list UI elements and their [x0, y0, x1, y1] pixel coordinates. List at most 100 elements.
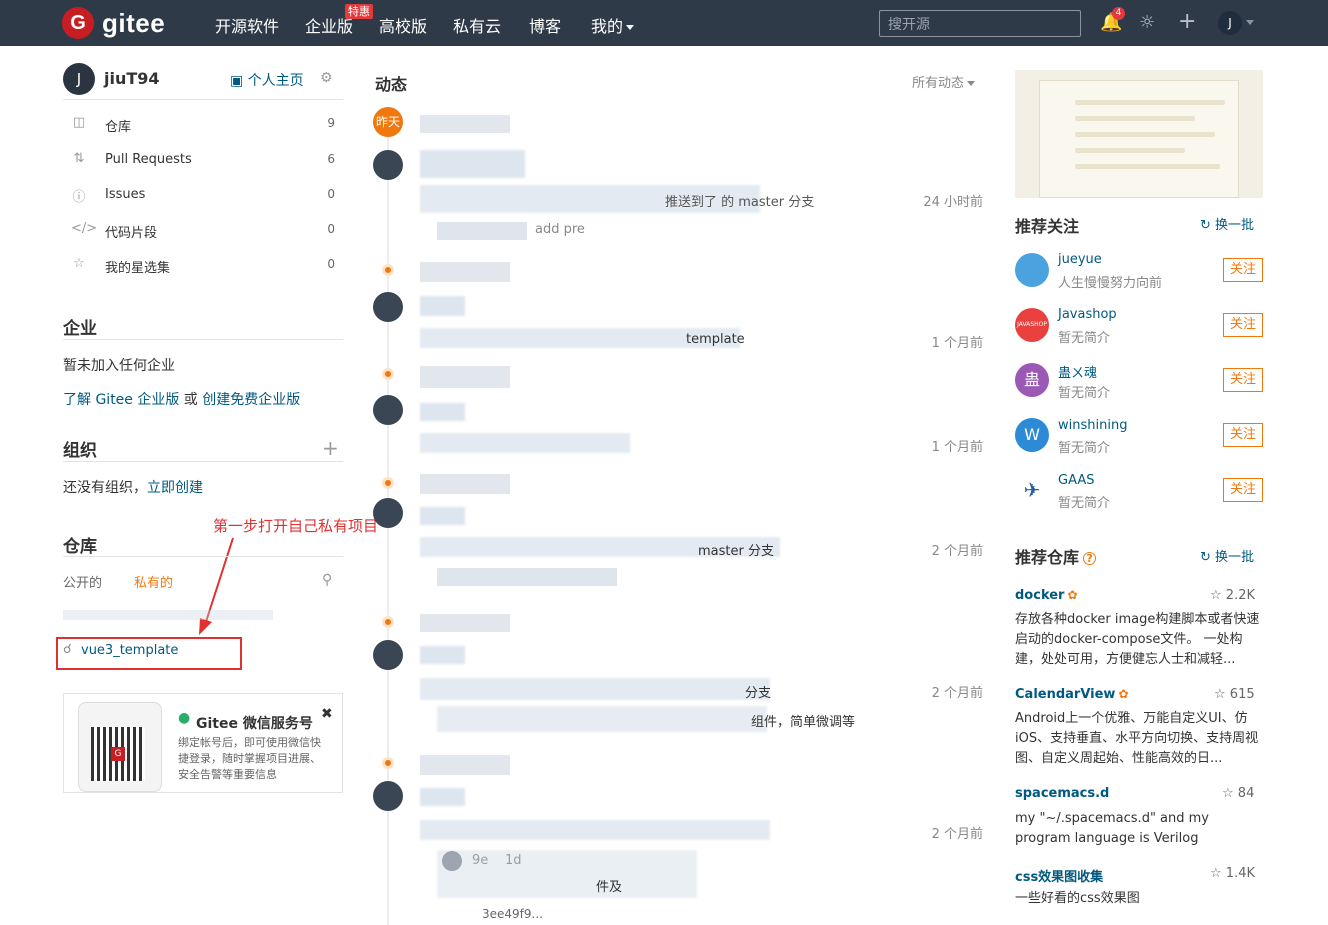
organization-empty-text: 还没有组织，: [63, 480, 147, 496]
repo-link[interactable]: spacemacs.d: [1015, 786, 1109, 801]
user-name[interactable]: jueyue: [1058, 252, 1102, 267]
user-avatar-menu[interactable]: J: [1218, 11, 1242, 35]
timeline-dot: [382, 757, 394, 769]
home-link[interactable]: ▣ 个人主页: [230, 70, 304, 90]
repo-stars: ☆ 2.2K: [1210, 588, 1255, 603]
follow-button[interactable]: 关注: [1223, 313, 1263, 337]
banner-row: [1075, 100, 1225, 105]
logo-icon: G: [62, 7, 94, 39]
lightbulb-icon[interactable]: ☼: [1139, 12, 1155, 33]
avatar[interactable]: J: [63, 63, 95, 95]
nav-mine[interactable]: 我的: [591, 13, 635, 37]
nav-private-cloud[interactable]: 私有云: [453, 13, 501, 37]
profile-icon: ▣: [230, 73, 248, 89]
timeline-dot: [382, 616, 394, 628]
repo-link[interactable]: CalendarView ✿: [1015, 687, 1129, 702]
follow-button[interactable]: 关注: [1223, 478, 1263, 502]
user-name[interactable]: GAAS: [1058, 473, 1094, 488]
tab-private[interactable]: 私有的: [134, 572, 173, 591]
feed-time: 1 个月前: [931, 336, 983, 351]
refresh-icon: ↻: [1200, 550, 1216, 565]
blurred-text: [420, 433, 630, 453]
gear-icon[interactable]: ⚙: [320, 70, 333, 86]
refresh-label: 换一批: [1215, 550, 1255, 565]
menu-item-pull-requests[interactable]: ⇅ Pull Requests 6: [63, 149, 343, 173]
refresh-repos-button[interactable]: ↻ 换一批: [1200, 546, 1254, 565]
search-input[interactable]: 搜开源: [879, 10, 1081, 37]
pull-request-icon: ⇅: [73, 151, 85, 166]
divider: [63, 339, 343, 340]
annotation-arrow: [199, 537, 234, 635]
blurred-user: [420, 296, 465, 316]
chevron-down-icon: [1246, 20, 1254, 25]
follow-button[interactable]: 关注: [1223, 258, 1263, 282]
repo-stars: ☆ 84: [1222, 786, 1254, 801]
avatar[interactable]: [1015, 253, 1049, 287]
feed-filter-dropdown[interactable]: 所有动态: [912, 72, 976, 91]
repo-name: CalendarView: [1015, 687, 1116, 702]
create-enterprise-link[interactable]: 创建免费企业版: [202, 392, 300, 408]
hot-badge: 特惠: [345, 4, 373, 19]
blurred-text: [63, 610, 273, 620]
user-name[interactable]: 蛊ㄨ魂: [1058, 362, 1097, 381]
menu-item-repos[interactable]: ◫ 仓库 9: [63, 113, 343, 137]
repo-icon: ◫: [72, 115, 86, 130]
hot-icon: ✿: [1118, 687, 1129, 701]
tab-public[interactable]: 公开的: [63, 572, 102, 591]
gitee-logo[interactable]: G gitee: [62, 6, 165, 40]
divider: [63, 99, 343, 100]
menu-item-count: 9: [327, 116, 335, 130]
nav-education[interactable]: 高校版: [379, 13, 427, 37]
blurred-commit: [437, 706, 767, 732]
nav-open-source[interactable]: 开源软件: [215, 13, 279, 37]
refresh-users-button[interactable]: ↻ 换一批: [1200, 214, 1254, 233]
blurred-date: [420, 614, 510, 632]
menu-item-issues[interactable]: ⓘ Issues 0: [63, 184, 343, 208]
create-organization-link[interactable]: 立即创建: [147, 480, 203, 496]
refresh-icon: ↻: [1200, 218, 1216, 233]
repo-link[interactable]: css效果图收集: [1015, 866, 1103, 885]
repo-desc: my "~/.spacemacs.d" and my program langu…: [1015, 811, 1210, 846]
star-icon: ☆: [1210, 588, 1226, 603]
avatar: [373, 395, 403, 425]
repos-title: 仓库: [63, 537, 97, 557]
user-desc: 暂无简介: [1058, 386, 1111, 401]
follow-button[interactable]: 关注: [1223, 368, 1263, 392]
star-icon: ☆: [1210, 866, 1226, 881]
star-count: 1.4K: [1225, 866, 1255, 881]
recommend-repos-title: 推荐仓库?: [1015, 544, 1097, 568]
plus-icon[interactable]: +: [1178, 9, 1196, 34]
menu-item-stars[interactable]: ☆ 我的星选集 0: [63, 254, 343, 278]
promo-banner[interactable]: [1015, 70, 1263, 198]
user-desc: 暂无简介: [1058, 331, 1111, 346]
user-name[interactable]: jiuT94: [104, 69, 160, 88]
follow-button[interactable]: 关注: [1223, 423, 1263, 447]
avatar[interactable]: JAVASHOP: [1015, 308, 1049, 342]
add-organization-icon[interactable]: +: [322, 436, 339, 460]
star-count: 2.2K: [1225, 588, 1255, 603]
hot-icon: ✿: [1067, 588, 1078, 602]
wechat-card-desc: 绑定帐号后，即可使用微信快捷登录，随时掌握项目进展、安全告警等重要信息: [178, 736, 321, 781]
feed-time: 24 小时前: [923, 195, 983, 210]
menu-item-snippets[interactable]: </> 代码片段 0: [63, 219, 343, 243]
top-navbar: G gitee 开源软件 企业版 特惠 高校版 私有云 博客 我的 搜开源 🔔 …: [0, 0, 1328, 46]
search-icon[interactable]: ⚲: [322, 572, 332, 588]
blurred-user: [420, 403, 465, 421]
banner-row: [1075, 148, 1185, 153]
avatar[interactable]: ✈: [1015, 473, 1049, 507]
close-icon[interactable]: ✖: [321, 706, 333, 722]
avatar[interactable]: W: [1015, 418, 1049, 452]
repo-link[interactable]: docker ✿: [1015, 588, 1078, 603]
user-name[interactable]: winshining: [1058, 418, 1127, 433]
repo-name: docker: [1015, 588, 1065, 603]
nav-blog[interactable]: 博客: [529, 13, 561, 37]
learn-enterprise-link[interactable]: 了解 Gitee 企业版: [63, 392, 179, 408]
menu-item-count: 0: [327, 257, 335, 271]
timeline-dot: [382, 477, 394, 489]
avatar[interactable]: 蛊: [1015, 363, 1049, 397]
user-name[interactable]: Javashop: [1058, 307, 1117, 322]
blurred-commit: [437, 850, 697, 898]
gitee-mini-logo: G: [111, 747, 125, 761]
menu-item-label: Issues: [105, 187, 146, 202]
help-icon[interactable]: ?: [1083, 552, 1097, 565]
